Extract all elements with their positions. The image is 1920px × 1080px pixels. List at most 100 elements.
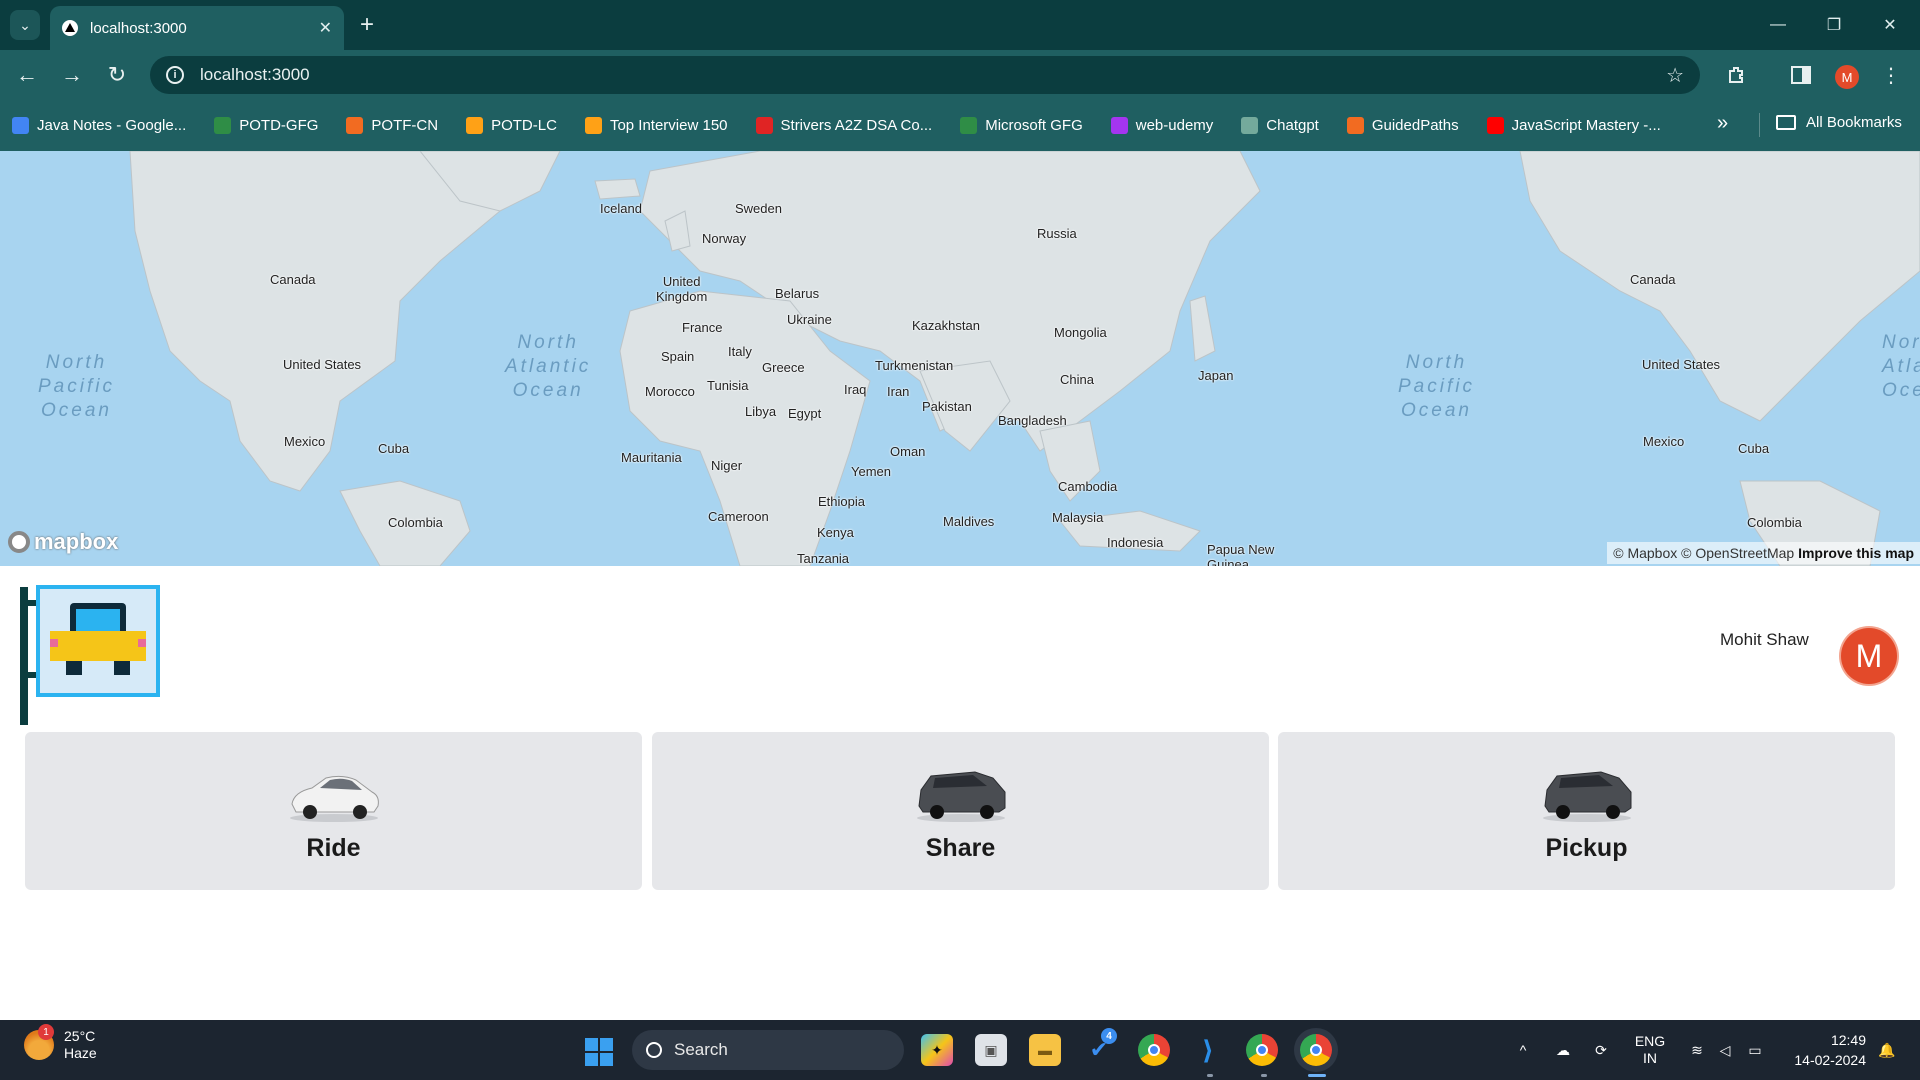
- bookmark-label: GuidedPaths: [1371, 117, 1459, 134]
- onedrive-icon[interactable]: ☁: [1548, 1020, 1578, 1080]
- task-view-icon[interactable]: ▣: [975, 1034, 1007, 1066]
- forward-icon[interactable]: →: [55, 58, 89, 92]
- bookmark-label: Microsoft GFG: [985, 117, 1083, 134]
- wifi-icon[interactable]: ≋: [1684, 1020, 1710, 1080]
- map-label-japan: Japan: [1198, 368, 1234, 383]
- map-label-north-pacific-ocean: North Pacific Ocean: [38, 352, 115, 421]
- weather-haze-icon: 1: [24, 1024, 54, 1060]
- bookmark-item[interactable]: Java Notes - Google...: [12, 117, 186, 134]
- weather-temp: 25°C: [64, 1028, 96, 1044]
- bookmark-item[interactable]: Top Interview 150: [584, 117, 728, 134]
- map-label-iraq: Iraq: [844, 382, 867, 397]
- bookmark-star-icon[interactable]: ☆: [1666, 63, 1684, 88]
- notification-bell-icon[interactable]: 🔔: [1872, 1020, 1902, 1080]
- bookmark-label: web-udemy: [1135, 117, 1214, 134]
- bookmark-item[interactable]: Microsoft GFG: [960, 117, 1083, 134]
- bookmark-item[interactable]: POTD-LC: [466, 117, 557, 134]
- user-avatar[interactable]: M: [1841, 628, 1897, 684]
- active-indicator: [1308, 1074, 1326, 1077]
- world-map[interactable]: Iceland Sweden Norway Russia Canada Cana…: [0, 151, 1920, 566]
- user-name: Mohit Shaw: [1720, 630, 1809, 649]
- chrome-active-icon[interactable]: [1300, 1034, 1332, 1066]
- language-indicator[interactable]: ENG IN: [1630, 1020, 1670, 1080]
- map-label-turkmenistan: Turkmenistan: [875, 358, 954, 373]
- bookmark-label: POTD-LC: [491, 117, 557, 134]
- close-window-icon[interactable]: ✕: [1862, 0, 1918, 50]
- bookmark-item[interactable]: POTD-GFG: [214, 117, 318, 134]
- copilot-icon[interactable]: ✦: [921, 1034, 953, 1066]
- browser-menu-icon[interactable]: ⋮: [1874, 58, 1908, 92]
- logo-car-light: [50, 639, 58, 647]
- site-info-icon[interactable]: i: [166, 66, 184, 84]
- new-tab-button[interactable]: +: [352, 10, 382, 40]
- weather-widget[interactable]: 1 25°C Haze: [24, 1024, 97, 1062]
- mapbox-logo[interactable]: mapbox: [8, 529, 118, 555]
- browser-tab[interactable]: localhost:3000 ✕: [50, 6, 344, 50]
- bookmark-favicon-icon: [466, 117, 484, 134]
- bookmark-item[interactable]: Chatgpt: [1241, 117, 1319, 134]
- taskbar-search[interactable]: Search: [632, 1030, 904, 1070]
- minimize-icon[interactable]: —: [1750, 0, 1806, 50]
- sync-icon[interactable]: ⟳: [1586, 1020, 1616, 1080]
- running-indicator: [1261, 1074, 1267, 1077]
- bookmarks-bar: Java Notes - Google... POTD-GFG POTF-CN POT…: [0, 100, 1920, 151]
- map-label-cambodia: Cambodia: [1058, 479, 1118, 494]
- battery-icon[interactable]: ▭: [1740, 1020, 1770, 1080]
- more-bookmarks-icon[interactable]: »: [1717, 112, 1728, 135]
- clock-date: 14-02-2024: [1794, 1052, 1866, 1068]
- vscode-icon[interactable]: ⟩: [1192, 1034, 1224, 1066]
- clock[interactable]: 12:49 14-02-2024: [1784, 1030, 1866, 1070]
- ride-service-card[interactable]: Ride: [25, 732, 642, 890]
- map-attribution: © Mapbox © OpenStreetMap Improve this ma…: [1607, 542, 1920, 564]
- map-label-united-kingdom: United Kingdom: [656, 274, 708, 304]
- app-logo[interactable]: [36, 585, 160, 697]
- bookmark-item[interactable]: web-udemy: [1110, 117, 1214, 134]
- map-label-kazakhstan: Kazakhstan: [912, 318, 980, 333]
- share-service-card[interactable]: Share: [652, 732, 1269, 890]
- show-hidden-icons[interactable]: ^: [1508, 1020, 1538, 1080]
- chrome-profile-icon[interactable]: [1246, 1034, 1278, 1066]
- restore-icon[interactable]: ❐: [1806, 0, 1862, 50]
- bookmark-item[interactable]: JavaScript Mastery -...: [1486, 117, 1661, 134]
- bookmark-item[interactable]: GuidedPaths: [1346, 117, 1459, 134]
- pickup-service-card[interactable]: Pickup: [1278, 732, 1895, 890]
- reload-icon[interactable]: ↻: [100, 58, 134, 92]
- browser-profile-avatar[interactable]: M: [1835, 65, 1859, 89]
- mapbox-logo-text: mapbox: [34, 529, 119, 554]
- todo-icon[interactable]: ✔ 4: [1083, 1028, 1117, 1066]
- url-text[interactable]: localhost:3000: [200, 65, 1666, 85]
- map-label-ukraine: Ukraine: [787, 312, 832, 327]
- map-label-colombia: Colombia: [1747, 515, 1802, 530]
- start-button[interactable]: [585, 1038, 613, 1066]
- map-label-sweden: Sweden: [735, 201, 782, 216]
- improve-map-link[interactable]: Improve this map: [1798, 545, 1914, 561]
- back-icon[interactable]: ←: [10, 58, 44, 92]
- bookmark-favicon-icon: [1241, 117, 1259, 134]
- service-label: Pickup: [1545, 834, 1628, 862]
- map-label-norway: Norway: [702, 231, 747, 246]
- map-label-morocco: Morocco: [645, 384, 695, 399]
- map-label-iran: Iran: [887, 384, 910, 399]
- address-bar[interactable]: i localhost:3000 ☆: [150, 56, 1700, 94]
- logo-accent-bar: [20, 587, 28, 725]
- bookmark-item[interactable]: Strivers A2Z DSA Co...: [755, 117, 933, 134]
- search-placeholder: Search: [674, 1040, 728, 1059]
- volume-icon[interactable]: ◁: [1712, 1020, 1738, 1080]
- bookmark-item[interactable]: POTF-CN: [346, 117, 438, 134]
- tab-search-button[interactable]: ⌄: [10, 10, 40, 40]
- logo-car-wheel: [66, 661, 82, 675]
- chrome-icon[interactable]: [1138, 1034, 1170, 1066]
- map-label-bangladesh: Bangladesh: [998, 413, 1067, 428]
- browser-toolbar: ← → ↻ i localhost:3000 ☆ ⋮: [0, 50, 1920, 100]
- suv-icon: [1542, 771, 1631, 822]
- side-panel-icon[interactable]: [1784, 58, 1818, 92]
- tab-close-icon[interactable]: ✕: [319, 18, 332, 38]
- all-bookmarks-button[interactable]: All Bookmarks: [1776, 114, 1902, 131]
- map-label-mongolia: Mongolia: [1054, 325, 1107, 340]
- bookmark-favicon-icon: [1110, 117, 1128, 134]
- bookmark-label: Strivers A2Z DSA Co...: [780, 117, 933, 134]
- file-explorer-icon[interactable]: ▬: [1029, 1034, 1061, 1066]
- extensions-icon[interactable]: [1720, 58, 1754, 92]
- attribution-text[interactable]: © Mapbox © OpenStreetMap: [1613, 545, 1794, 561]
- nextjs-favicon-icon: [62, 20, 78, 36]
